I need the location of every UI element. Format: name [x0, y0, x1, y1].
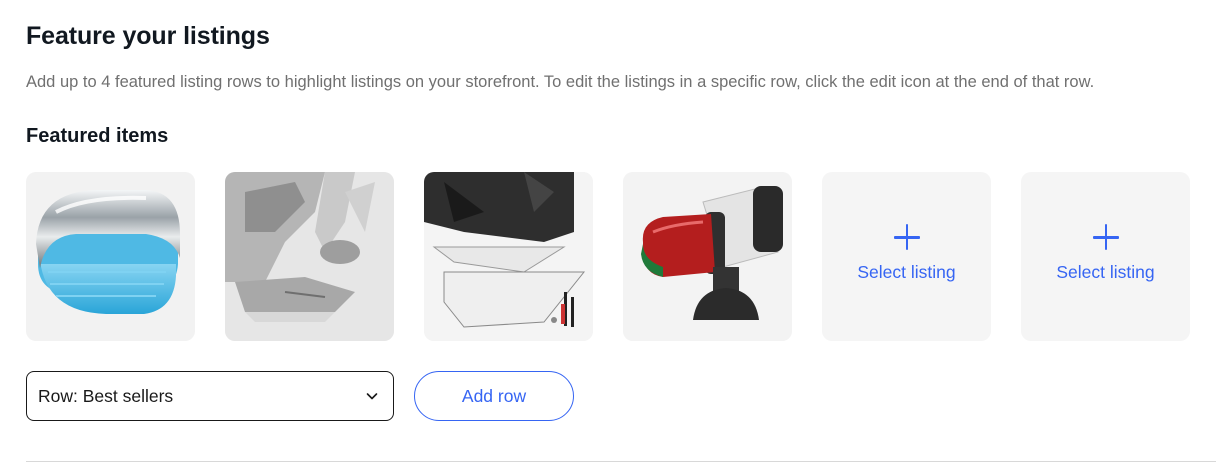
row-type-select[interactable]: Row: Best sellers — [26, 371, 394, 421]
outboard-motor-skeg-image — [225, 172, 394, 341]
featured-item-tile[interactable] — [424, 172, 593, 341]
select-listing-slot[interactable]: Select listing — [1021, 172, 1190, 341]
featured-item-tile[interactable] — [623, 172, 792, 341]
page-description: Add up to 4 featured listing rows to hig… — [26, 73, 1095, 91]
featured-items-heading: Featured items — [26, 125, 169, 147]
blue-led-courtesy-light-image — [36, 190, 180, 314]
page-title: Feature your listings — [26, 22, 270, 50]
select-listing-label: Select listing — [1056, 262, 1155, 282]
trim-tab-plates-image — [424, 172, 593, 341]
bi-color-navigation-light-image — [623, 172, 792, 341]
chevron-down-icon — [366, 393, 378, 400]
featured-item-tile[interactable] — [26, 172, 195, 341]
select-listing-label: Select listing — [857, 262, 956, 282]
plus-icon — [893, 224, 920, 250]
row-select-value: Row: Best sellers — [38, 385, 174, 406]
select-listing-slot[interactable]: Select listing — [822, 172, 991, 341]
add-row-button[interactable]: Add row — [414, 371, 574, 421]
section-divider — [26, 461, 1216, 462]
featured-items-grid: Select listing Select listing — [26, 172, 1190, 341]
plus-icon — [1092, 224, 1119, 250]
featured-item-tile[interactable] — [225, 172, 394, 341]
